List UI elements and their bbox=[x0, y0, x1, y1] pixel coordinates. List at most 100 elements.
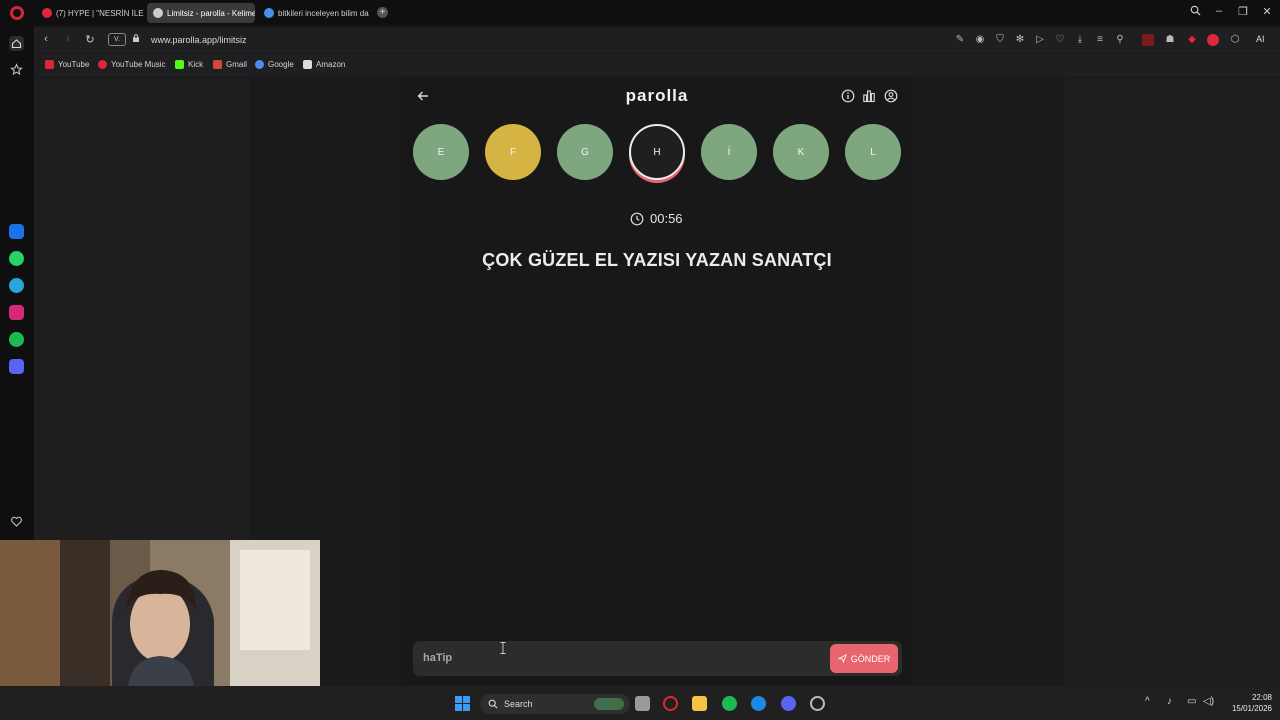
network-icon[interactable]: ▭ bbox=[1187, 696, 1196, 707]
profile-icon[interactable]: ⚲ bbox=[1114, 34, 1126, 46]
reload-icon[interactable]: ↻ bbox=[83, 33, 97, 46]
tab-parolla[interactable]: Limitsiz - parolla - Kelime bbox=[147, 3, 255, 23]
new-tab-button[interactable]: + bbox=[377, 7, 388, 18]
forward-icon[interactable]: › bbox=[61, 33, 75, 45]
ai-button[interactable]: AI bbox=[1256, 34, 1265, 44]
answer-input-value[interactable]: haTip bbox=[423, 652, 452, 664]
back-icon[interactable]: ‹ bbox=[39, 33, 53, 45]
instagram-icon[interactable] bbox=[9, 305, 24, 320]
whatsapp-icon[interactable] bbox=[9, 251, 24, 266]
opera-taskbar-icon[interactable] bbox=[663, 696, 678, 711]
bookmark-label: Gmail bbox=[226, 60, 247, 69]
extension-red-icon[interactable] bbox=[1142, 34, 1154, 46]
webcam-image bbox=[0, 540, 320, 686]
search-highlight-icon bbox=[594, 698, 624, 710]
user-profile-icon[interactable] bbox=[884, 89, 898, 103]
youtube-icon bbox=[42, 8, 52, 18]
edge-icon[interactable] bbox=[751, 696, 766, 711]
close-icon[interactable]: ✕ bbox=[1259, 5, 1275, 18]
menu-icon[interactable]: ≡ bbox=[1094, 34, 1106, 46]
tab-search-icon[interactable] bbox=[1187, 5, 1203, 19]
extension-tag-icon[interactable]: ◆ bbox=[1186, 34, 1198, 46]
youtube-music-icon bbox=[98, 60, 107, 69]
text-cursor-icon bbox=[500, 642, 506, 654]
heart-icon[interactable]: ♡ bbox=[1054, 34, 1066, 46]
download-icon[interactable]: ⤓ bbox=[1074, 34, 1086, 46]
letter-circle-7: L bbox=[845, 124, 901, 180]
telegram-icon[interactable] bbox=[9, 278, 24, 293]
extension-cube-icon[interactable]: ⬡ bbox=[1229, 34, 1241, 46]
settings-icon[interactable] bbox=[810, 696, 825, 711]
microphone-icon[interactable]: ♪ bbox=[1167, 696, 1172, 707]
letter-circle-1: E bbox=[413, 124, 469, 180]
address-bar: ‹ › ↻ V. www.parolla.app/limitsiz ✎ ◉ ⛉ … bbox=[34, 28, 1280, 52]
bookmark-youtube[interactable]: YouTube bbox=[45, 60, 89, 69]
back-arrow-icon[interactable] bbox=[416, 89, 430, 103]
opera-logo-icon[interactable] bbox=[10, 6, 24, 20]
minimize-icon[interactable]: – bbox=[1211, 5, 1227, 17]
camera-icon[interactable]: ◉ bbox=[974, 34, 986, 46]
app-title: parolla bbox=[625, 86, 689, 105]
extension-cat-icon[interactable]: ☗ bbox=[1164, 34, 1176, 46]
tray-chevron-icon[interactable]: ^ bbox=[1145, 696, 1150, 707]
messenger-icon[interactable] bbox=[9, 224, 24, 239]
webcam-overlay bbox=[0, 540, 320, 686]
player-icon[interactable] bbox=[9, 359, 24, 374]
tab-youtube[interactable]: (7) HYPE | "NESRİN İLE PA bbox=[36, 3, 144, 23]
answer-input[interactable] bbox=[413, 641, 902, 676]
lock-icon[interactable] bbox=[132, 34, 140, 42]
google-icon bbox=[255, 60, 264, 69]
discord-icon[interactable] bbox=[781, 696, 796, 711]
google-icon bbox=[264, 8, 274, 18]
info-icon[interactable] bbox=[841, 89, 855, 103]
star-icon[interactable] bbox=[9, 62, 24, 77]
search-label: Search bbox=[504, 699, 533, 709]
bookmark-label: YouTube Music bbox=[111, 60, 166, 69]
shield-icon[interactable]: ⛉ bbox=[994, 34, 1006, 46]
bookmark-amazon[interactable]: Amazon bbox=[303, 60, 345, 69]
tab-google-search[interactable]: bitkileri inceleyen bilim da bbox=[258, 3, 370, 23]
favorites-heart-icon[interactable] bbox=[9, 514, 24, 529]
taskbar-search[interactable]: Search bbox=[480, 694, 630, 714]
task-view-icon[interactable] bbox=[635, 696, 650, 711]
ublock-icon[interactable] bbox=[1207, 34, 1219, 46]
youtube-icon bbox=[45, 60, 54, 69]
extensions-icon[interactable]: ✻ bbox=[1014, 34, 1026, 46]
spotify-icon[interactable] bbox=[9, 332, 24, 347]
restore-icon[interactable]: ❐ bbox=[1235, 5, 1251, 18]
taskbar-clock[interactable]: 22:08 15/01/2026 bbox=[1222, 692, 1272, 714]
letter-circle-4: H bbox=[629, 124, 685, 180]
bookmark-kick[interactable]: Kick bbox=[175, 60, 203, 69]
clock-date: 15/01/2026 bbox=[1231, 704, 1272, 713]
letter-circle-3: G bbox=[557, 124, 613, 180]
file-explorer-icon[interactable] bbox=[692, 696, 707, 711]
edit-icon[interactable]: ✎ bbox=[954, 34, 966, 46]
timer: 00:56 bbox=[630, 211, 683, 226]
amazon-icon bbox=[303, 60, 312, 69]
send-label: GÖNDER bbox=[850, 653, 891, 664]
tab-bar: (7) HYPE | "NESRİN İLE PA Limitsiz - par… bbox=[0, 0, 1280, 26]
clock-time: 22:08 bbox=[1251, 693, 1272, 702]
stats-icon[interactable] bbox=[862, 89, 876, 103]
spotify-taskbar-icon[interactable] bbox=[722, 696, 737, 711]
bookmark-youtube-music[interactable]: YouTube Music bbox=[98, 60, 166, 69]
bookmark-gmail[interactable]: Gmail bbox=[213, 60, 247, 69]
gmail-icon bbox=[213, 60, 222, 69]
taskbar: Search ^ ♪ ▭ ◁) 22:08 15/01/2026 bbox=[0, 686, 1280, 720]
tab-label: bitkileri inceleyen bilim da bbox=[278, 8, 369, 18]
bookmark-google[interactable]: Google bbox=[255, 60, 294, 69]
letter-circle-5: İ bbox=[701, 124, 757, 180]
kick-icon bbox=[175, 60, 184, 69]
volume-icon[interactable]: ◁) bbox=[1203, 696, 1214, 707]
letter-circle-2: F bbox=[485, 124, 541, 180]
parolla-icon bbox=[153, 8, 163, 18]
question-text: ÇOK GÜZEL EL YAZISI YAZAN SANATÇI bbox=[482, 250, 832, 270]
bookmark-label: Google bbox=[268, 60, 294, 69]
windows-start-icon[interactable] bbox=[455, 696, 470, 711]
send-button[interactable]: GÖNDER bbox=[830, 644, 898, 673]
play-icon[interactable]: ▷ bbox=[1034, 34, 1046, 46]
home-icon[interactable] bbox=[9, 36, 24, 51]
vpn-badge[interactable]: V. bbox=[108, 33, 126, 46]
bookmark-label: YouTube bbox=[58, 60, 90, 69]
url-input[interactable]: www.parolla.app/limitsiz bbox=[151, 35, 247, 45]
